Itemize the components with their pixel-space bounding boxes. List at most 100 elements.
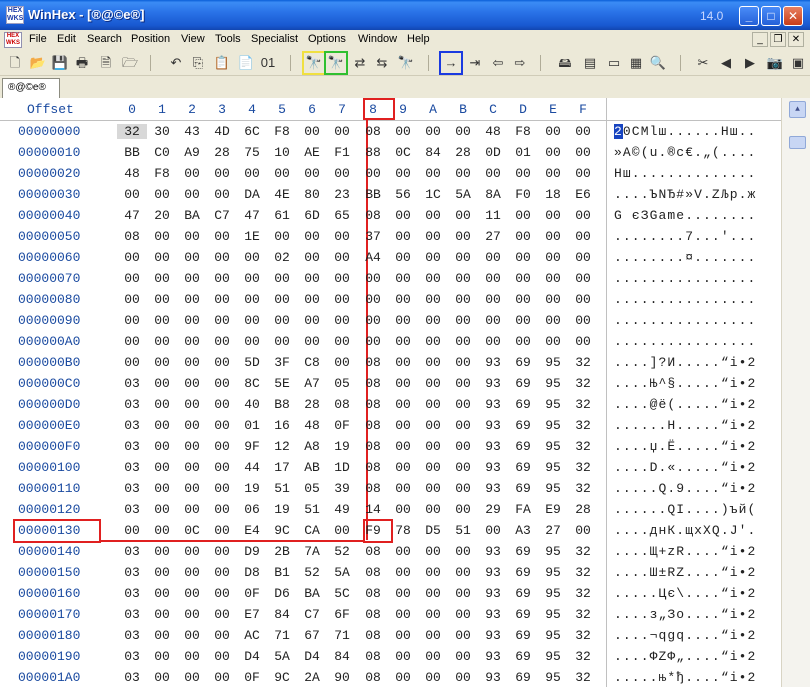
ascii-text[interactable]: .....Цє\....“i•2 (614, 586, 756, 601)
ascii-text[interactable]: .....Q.9....“i•2 (614, 481, 756, 496)
hex-byte[interactable]: 39 (327, 481, 357, 496)
ram-editor-icon[interactable]: ▤ (580, 53, 600, 73)
hex-byte[interactable]: 00 (117, 271, 147, 286)
hex-byte[interactable]: 29 (478, 502, 508, 517)
hex-byte[interactable]: F1 (327, 145, 357, 160)
hex-byte[interactable]: 00 (538, 124, 568, 139)
hex-byte[interactable]: 00 (418, 649, 448, 664)
back-icon[interactable]: ⇦ (488, 53, 508, 73)
ascii-text[interactable]: ......QI....)ъй( (614, 502, 756, 517)
hex-byte[interactable]: 00 (538, 250, 568, 265)
hex-byte[interactable]: 00 (508, 292, 538, 307)
hex-byte[interactable]: 00 (508, 313, 538, 328)
hex-byte[interactable]: 00 (418, 586, 448, 601)
hex-byte[interactable]: 93 (478, 418, 508, 433)
hex-byte[interactable]: 00 (418, 292, 448, 307)
hex-byte[interactable]: BA (297, 586, 327, 601)
hex-byte[interactable]: 30 (147, 124, 177, 139)
hex-byte[interactable]: 0D (478, 145, 508, 160)
hex-byte[interactable]: C0 (147, 145, 177, 160)
hex-byte[interactable]: 93 (478, 481, 508, 496)
hex-byte[interactable]: 00 (177, 250, 207, 265)
hex-byte[interactable]: 69 (508, 628, 538, 643)
hex-byte[interactable]: 00 (448, 544, 478, 559)
hex-byte[interactable]: 19 (237, 481, 267, 496)
hex-byte[interactable]: 19 (267, 502, 297, 517)
hex-byte[interactable]: 00 (117, 292, 147, 307)
mdi-close-button[interactable]: ✕ (788, 32, 804, 47)
goto-offset-icon[interactable]: → (439, 51, 463, 75)
hex-byte[interactable]: 00 (177, 649, 207, 664)
hex-byte[interactable]: 00 (508, 250, 538, 265)
hex-byte[interactable]: 32 (568, 355, 598, 370)
hex-byte[interactable]: 00 (177, 481, 207, 496)
hex-byte[interactable]: 00 (448, 586, 478, 601)
hex-byte[interactable]: 00 (177, 586, 207, 601)
hex-byte[interactable]: 03 (117, 376, 147, 391)
hex-byte[interactable]: 32 (568, 439, 598, 454)
hex-byte[interactable]: 00 (388, 313, 418, 328)
hex-byte[interactable]: 00 (418, 670, 448, 685)
hex-byte[interactable]: 95 (538, 607, 568, 622)
hex-byte[interactable]: 69 (508, 355, 538, 370)
open-folder-icon[interactable]: 📂 (28, 53, 48, 73)
hex-byte[interactable]: 00 (327, 166, 357, 181)
hex-byte[interactable]: 00 (448, 355, 478, 370)
hex-byte[interactable]: 00 (207, 313, 237, 328)
hex-byte[interactable]: 00 (388, 355, 418, 370)
ascii-text[interactable]: ........¤....... (614, 250, 756, 265)
hex-byte[interactable]: 00 (327, 271, 357, 286)
hex-byte[interactable]: 00 (207, 355, 237, 370)
hex-byte[interactable]: 48 (478, 124, 508, 139)
hex-byte[interactable]: BB (117, 145, 147, 160)
hex-byte[interactable]: 00 (207, 502, 237, 517)
hex-byte[interactable]: 00 (418, 166, 448, 181)
hex-byte[interactable]: D4 (297, 649, 327, 664)
hex-byte[interactable]: 00 (418, 460, 448, 475)
hex-byte[interactable]: D8 (237, 565, 267, 580)
hex-byte[interactable]: 00 (147, 670, 177, 685)
hex-byte[interactable]: 32 (568, 607, 598, 622)
hex-byte[interactable]: 5A (267, 649, 297, 664)
hex-byte[interactable]: 00 (358, 271, 388, 286)
camera-icon[interactable]: 📷 (765, 53, 785, 73)
hex-byte[interactable]: 00 (237, 271, 267, 286)
hex-byte[interactable]: 00 (568, 229, 598, 244)
hex-byte[interactable]: 00 (538, 292, 568, 307)
hex-byte[interactable]: 95 (538, 649, 568, 664)
scroll-thumb[interactable] (789, 136, 806, 149)
hex-byte[interactable]: 00 (147, 586, 177, 601)
hex-byte[interactable]: 71 (327, 628, 357, 643)
hex-byte[interactable]: 00 (568, 292, 598, 307)
hex-byte[interactable]: 00 (478, 250, 508, 265)
menu-item[interactable]: Specialist (251, 33, 298, 45)
hex-byte[interactable]: 6D (297, 208, 327, 223)
hex-byte[interactable]: 00 (147, 460, 177, 475)
hex-byte[interactable]: 00 (237, 166, 267, 181)
save-icon[interactable]: 💾 (50, 53, 70, 73)
hex-byte[interactable]: 88 (358, 145, 388, 160)
hex-byte[interactable]: 00 (147, 397, 177, 412)
hex-byte[interactable]: 95 (538, 418, 568, 433)
ascii-text[interactable]: ................ (614, 334, 756, 349)
hex-byte[interactable]: 56 (388, 187, 418, 202)
hex-byte[interactable]: 00 (388, 334, 418, 349)
hex-byte[interactable]: 69 (508, 481, 538, 496)
hex-byte[interactable]: 00 (297, 166, 327, 181)
hex-byte[interactable]: 00 (448, 439, 478, 454)
hex-byte[interactable]: 00 (478, 313, 508, 328)
hex-byte[interactable]: 05 (327, 376, 357, 391)
hex-byte[interactable]: 32 (568, 565, 598, 580)
hex-byte[interactable]: 00 (177, 565, 207, 580)
hex-byte[interactable]: 6F (327, 607, 357, 622)
hex-byte[interactable]: 00 (448, 124, 478, 139)
hex-byte[interactable]: 7A (297, 544, 327, 559)
hex-byte[interactable]: 47 (117, 208, 147, 223)
hex-byte[interactable]: 0F (237, 586, 267, 601)
hex-byte[interactable]: 2A (297, 670, 327, 685)
hex-byte[interactable]: 93 (478, 565, 508, 580)
hex-byte[interactable]: 00 (147, 187, 177, 202)
minimize-button[interactable]: _ (739, 6, 759, 26)
hex-byte[interactable]: 00 (237, 334, 267, 349)
hex-byte[interactable]: 69 (508, 397, 538, 412)
